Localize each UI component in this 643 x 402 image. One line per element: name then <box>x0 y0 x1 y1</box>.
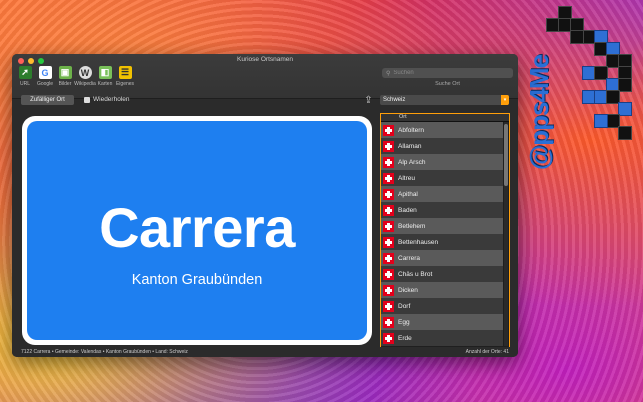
places-list[interactable]: Ort Abfoltern Allaman Alp Arsch Altreu A… <box>380 113 510 348</box>
list-item[interactable]: Dorf <box>381 298 503 314</box>
window-title: Kuriose Ortsnamen <box>237 56 293 63</box>
random-place-button[interactable]: Zufälliger Ort <box>21 95 74 105</box>
search-field[interactable]: ⚲ <box>382 68 513 78</box>
place-name: Dorf <box>398 302 411 310</box>
google-icon: G <box>38 66 52 79</box>
checkbox-icon[interactable] <box>84 96 90 103</box>
toolbar-label: Eigenes <box>115 81 135 87</box>
place-name: Alp Arsch <box>398 158 426 166</box>
swiss-flag-icon <box>383 140 394 152</box>
place-name: Allaman <box>398 142 422 150</box>
list-item[interactable]: Apithal <box>381 186 503 202</box>
status-bar: 7122 Carrera • Gemeinde: Valendas • Kant… <box>12 347 518 357</box>
toolbar-label: Wikipedia <box>74 81 96 87</box>
swiss-flag-icon <box>383 220 394 232</box>
place-name: Abfoltern <box>398 126 425 134</box>
town-sign-face: Carrera Kanton Graubünden <box>27 121 367 340</box>
images-icon: ▣ <box>58 66 72 79</box>
swiss-flag-icon <box>383 252 394 264</box>
swiss-flag-icon <box>383 284 394 296</box>
list-item[interactable]: Bettenhausen <box>381 234 503 250</box>
watermark-text: @pps4Me <box>524 55 554 171</box>
place-name: Betlehem <box>398 222 426 230</box>
wikipedia-icon: W <box>78 66 92 79</box>
swiss-flag-icon <box>383 332 394 344</box>
list-item[interactable]: Dicken <box>381 282 503 298</box>
list-item[interactable]: Betlehem <box>381 218 503 234</box>
list-item[interactable]: Abfoltern <box>381 122 503 138</box>
list-item[interactable]: Allaman <box>381 138 503 154</box>
custom-icon: ☰ <box>118 66 132 79</box>
toolbar-google-button[interactable]: G Google <box>37 66 53 87</box>
list-scrollbar[interactable] <box>504 122 508 346</box>
town-sign: Carrera Kanton Graubünden <box>22 116 372 345</box>
app-window: Kuriose Ortsnamen ➚ URL G Google ▣ Bilde… <box>12 54 518 357</box>
town-name: Carrera <box>99 196 295 259</box>
url-cursor-icon: ➚ <box>18 66 32 79</box>
status-count: Anzahl der Orte: 41 <box>465 349 509 355</box>
toolbar-label: Karten <box>97 81 113 87</box>
swiss-flag-icon <box>383 124 394 136</box>
swiss-flag-icon <box>383 316 394 328</box>
place-name: Chäs u Brot <box>398 270 433 278</box>
swiss-flag-icon <box>383 204 394 216</box>
status-details: 7122 Carrera • Gemeinde: Valendas • Kant… <box>21 349 188 355</box>
toolbar-map-button[interactable]: ◧ Karten <box>97 66 113 87</box>
toolbar-label: Google <box>36 81 54 87</box>
toolbar: ➚ URL G Google ▣ Bilder W Wikipedia ◧ Ka… <box>17 66 135 87</box>
place-name: Egg <box>398 318 410 326</box>
toolbar-url-button[interactable]: ➚ URL <box>17 66 33 87</box>
place-name: Erde <box>398 334 412 342</box>
list-item[interactable]: Erde <box>381 330 503 346</box>
repeat-checkbox[interactable]: Wiederholen <box>84 96 130 103</box>
search-icon: ⚲ <box>386 70 391 77</box>
title-bar: Kuriose Ortsnamen ➚ URL G Google ▣ Bilde… <box>12 54 518 99</box>
list-item[interactable]: Carrera <box>381 250 503 266</box>
share-icon[interactable]: ⇪ <box>363 95 374 106</box>
toolbar-wikipedia-button[interactable]: W Wikipedia <box>74 66 96 87</box>
list-item[interactable]: Egg <box>381 314 503 330</box>
swiss-flag-icon <box>383 268 394 280</box>
list-rows: Abfoltern Allaman Alp Arsch Altreu Apith… <box>381 122 503 346</box>
toolbar-images-button[interactable]: ▣ Bilder <box>57 66 73 87</box>
swiss-flag-icon <box>383 188 394 200</box>
list-item[interactable]: Alp Arsch <box>381 154 503 170</box>
swiss-flag-icon <box>383 300 394 312</box>
search-input[interactable] <box>393 70 504 76</box>
swiss-flag-icon <box>383 172 394 184</box>
list-column-header[interactable]: Ort <box>381 114 509 122</box>
chevron-down-icon: ▾ <box>501 95 509 105</box>
toolbar-custom-button[interactable]: ☰ Eigenes <box>115 66 135 87</box>
place-name: Altreu <box>398 174 415 182</box>
map-icon: ◧ <box>98 66 112 79</box>
place-name: Carrera <box>398 254 421 262</box>
list-item[interactable]: Chäs u Brot <box>381 266 503 282</box>
scrollbar-thumb[interactable] <box>504 124 508 186</box>
search-label: Suche Ort <box>435 81 460 87</box>
place-name: Baden <box>398 206 417 214</box>
place-name: Apithal <box>398 190 418 198</box>
list-item[interactable]: Altreu <box>381 170 503 186</box>
toolbar-label: URL <box>19 81 30 87</box>
place-name: Bettenhausen <box>398 238 439 246</box>
swiss-flag-icon <box>383 236 394 248</box>
country-select-value: Schweiz <box>383 97 406 103</box>
list-item[interactable]: Baden <box>381 202 503 218</box>
town-region: Kanton Graubünden <box>131 272 263 288</box>
repeat-label: Wiederholen <box>93 96 130 103</box>
toolbar-label: Bilder <box>58 81 72 87</box>
place-name: Dicken <box>398 286 418 294</box>
swiss-flag-icon <box>383 156 394 168</box>
country-select[interactable]: Schweiz ▾ <box>380 95 509 105</box>
